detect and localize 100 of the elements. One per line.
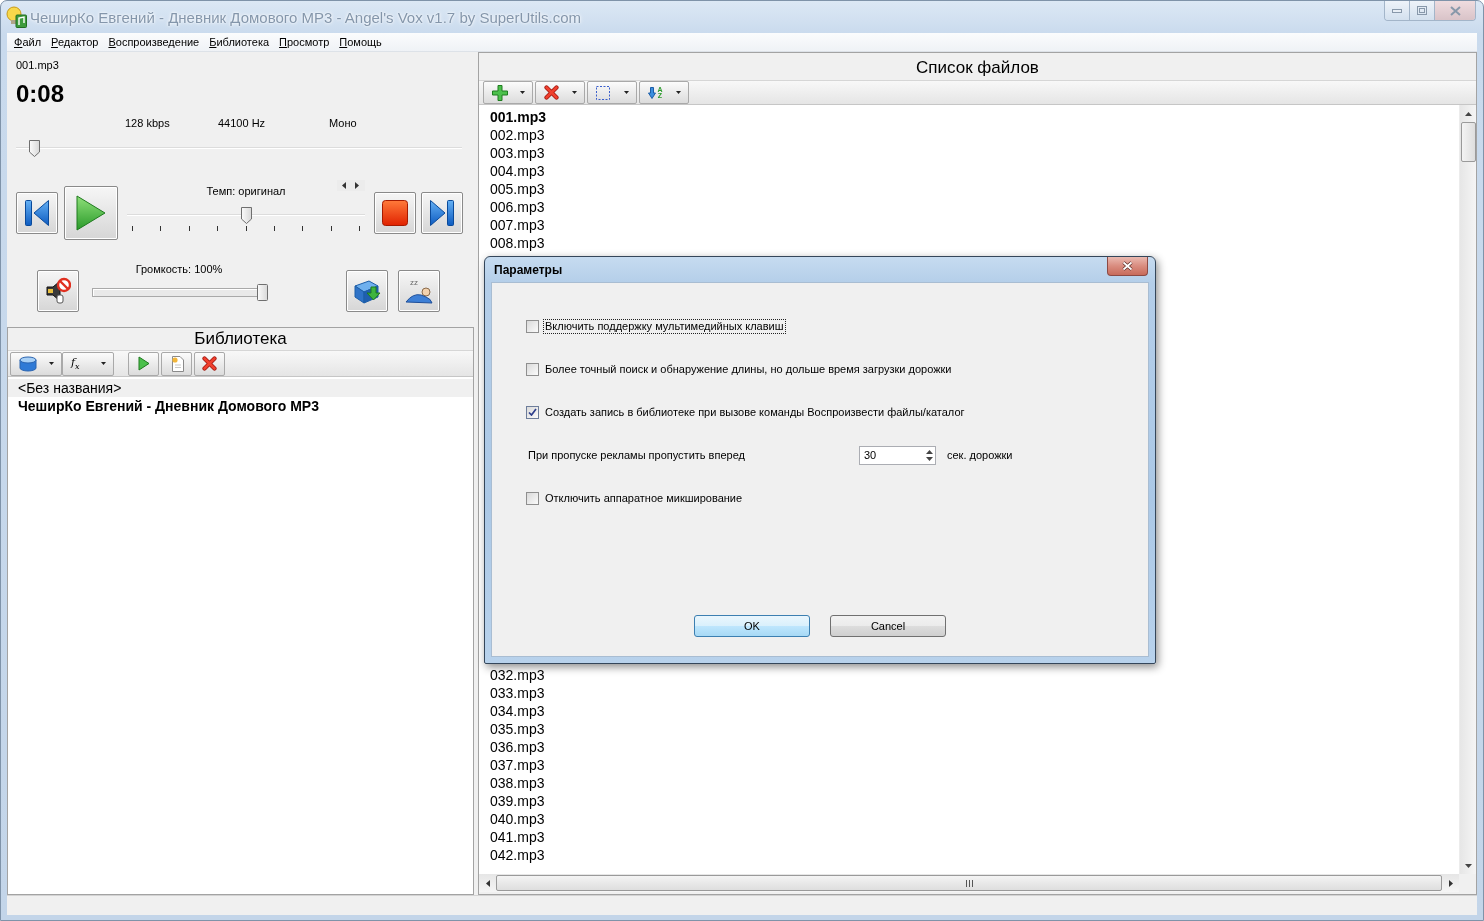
slider-track[interactable] xyxy=(90,284,268,301)
menu-item[interactable]: Помощь xyxy=(334,34,387,50)
delete-icon xyxy=(544,85,559,100)
slider-tick xyxy=(359,226,360,231)
menu-item[interactable]: Просмотр xyxy=(274,34,335,50)
next-icon xyxy=(430,200,454,226)
stop-button[interactable] xyxy=(374,192,416,234)
checkbox[interactable] xyxy=(526,319,539,333)
file-item[interactable]: 042.mp3 xyxy=(490,846,545,864)
file-item[interactable]: 006.mp3 xyxy=(490,198,545,216)
bulb-note-icon xyxy=(6,6,27,28)
menu-item[interactable]: Редактор xyxy=(46,34,104,50)
dialog-close-button[interactable] xyxy=(1107,257,1148,276)
export-button[interactable] xyxy=(346,270,388,312)
file-item[interactable]: 003.mp3 xyxy=(490,144,545,162)
previous-button[interactable] xyxy=(16,192,58,234)
mute-button[interactable] xyxy=(37,270,79,312)
play-icon xyxy=(137,356,150,371)
play-list-button[interactable] xyxy=(128,351,159,376)
file-item[interactable]: 008.mp3 xyxy=(490,234,545,252)
file-item[interactable]: 041.mp3 xyxy=(490,828,545,846)
tempo-label: Темп: оригинал xyxy=(206,185,286,198)
file-item[interactable]: 032.mp3 xyxy=(490,666,545,684)
file-item[interactable]: 039.mp3 xyxy=(490,792,545,810)
file-item[interactable]: 005.mp3 xyxy=(490,180,545,198)
next-button[interactable] xyxy=(421,192,463,234)
playlist-item[interactable]: ЧеширКо Евгений - Дневник Домового MP3 xyxy=(8,397,473,415)
checkbox-label[interactable]: Отключить аппаратное микширование xyxy=(543,490,745,506)
slider-tick xyxy=(273,226,275,231)
window-title: ЧеширКо Евгений - Дневник Домового MP3 - Angel's Vox v1.7 by SuperUtils.com xyxy=(30,8,582,26)
delete-list-button[interactable] xyxy=(194,351,225,376)
slider-track[interactable] xyxy=(16,140,462,157)
slider-thumb[interactable] xyxy=(240,207,252,224)
slider-tick xyxy=(245,226,247,231)
formula-button[interactable]: f$_{x}$ xyxy=(62,351,114,376)
scrollbar-thumb[interactable] xyxy=(1460,122,1476,162)
delete-icon xyxy=(202,356,217,371)
menu-item[interactable]: Файл xyxy=(9,34,47,50)
remove-button[interactable] xyxy=(535,81,585,104)
panel-title: Список файлов xyxy=(915,57,1040,79)
right-arrow-icon[interactable] xyxy=(355,182,359,189)
add-button[interactable] xyxy=(483,81,533,104)
up-arrow-icon[interactable] xyxy=(926,449,933,454)
file-item[interactable]: 034.mp3 xyxy=(490,702,545,720)
file-item[interactable]: 004.mp3 xyxy=(490,162,545,180)
dashed-square-icon xyxy=(596,85,610,100)
maximize-icon xyxy=(1417,6,1427,15)
number-field[interactable]: 30 xyxy=(859,445,936,465)
playlist-item[interactable]: <Без названия> xyxy=(8,379,473,397)
checkbox-label[interactable]: Создать запись в библиотеке при вызове команды Воспроизвести файлы/каталог xyxy=(543,404,967,420)
check-icon xyxy=(528,408,537,416)
checkbox[interactable] xyxy=(526,362,539,376)
scroll-up-icon[interactable] xyxy=(1464,111,1472,116)
new-list-button[interactable] xyxy=(161,351,192,376)
left-arrow-icon[interactable] xyxy=(342,182,346,189)
checkbox[interactable] xyxy=(526,491,539,505)
close-icon xyxy=(1449,5,1461,16)
dialog-button[interactable]: Cancel xyxy=(830,615,946,637)
file-item[interactable]: 036.mp3 xyxy=(490,738,545,756)
maximize-button[interactable] xyxy=(1410,1,1435,20)
slider-tick xyxy=(217,226,219,231)
file-item[interactable]: 033.mp3 xyxy=(490,684,545,702)
caret-icon xyxy=(676,91,681,94)
file-item[interactable]: 035.mp3 xyxy=(490,720,545,738)
slider-tick xyxy=(188,226,190,231)
scroll-down-icon[interactable] xyxy=(1464,863,1472,868)
checkbox-label[interactable]: Включить поддержку мультимедийных клавиш xyxy=(543,318,786,334)
down-arrow-icon xyxy=(648,86,656,99)
minimize-button[interactable] xyxy=(1385,1,1410,20)
checkbox-label[interactable]: Более точный поиск и обнаружение длины, но дольше время загрузки дорожки xyxy=(543,361,954,377)
unit-label: сек. дорожки xyxy=(947,449,1013,461)
file-item[interactable]: 007.mp3 xyxy=(490,216,545,234)
checkbox[interactable] xyxy=(526,405,539,419)
database-icon xyxy=(19,355,37,372)
file-item[interactable]: 002.mp3 xyxy=(490,126,545,144)
select-button[interactable] xyxy=(587,81,637,104)
scroll-right-icon[interactable] xyxy=(1448,879,1453,887)
file-item[interactable]: 038.mp3 xyxy=(490,774,545,792)
menu-item[interactable]: Библиотека xyxy=(204,34,275,50)
file-item[interactable]: 001.mp3 xyxy=(490,108,547,126)
down-arrow-icon[interactable] xyxy=(926,456,933,461)
database-button[interactable] xyxy=(10,351,62,376)
scroll-left-icon[interactable] xyxy=(485,879,490,887)
vertical-scrollbar[interactable] xyxy=(1459,105,1476,874)
elapsed-time: 0:08 xyxy=(16,80,65,108)
panel-title: Библиотека xyxy=(193,328,288,350)
slider-thumb[interactable] xyxy=(29,140,41,157)
dialog-button[interactable]: OK xyxy=(694,615,810,637)
file-item[interactable]: 037.mp3 xyxy=(490,756,545,774)
caret-icon xyxy=(624,91,629,94)
slider-track[interactable] xyxy=(127,207,365,224)
channel-mode-label: Моно xyxy=(329,116,357,130)
plus-icon xyxy=(492,84,508,101)
menu-item[interactable]: Воспроизведение xyxy=(103,34,205,50)
sleep-button[interactable]: zz xyxy=(398,270,440,312)
play-button[interactable] xyxy=(64,186,118,240)
bitrate-label: 128 kbps xyxy=(125,116,171,130)
slider-thumb[interactable] xyxy=(257,284,268,301)
file-item[interactable]: 040.mp3 xyxy=(490,810,545,828)
stop-icon xyxy=(382,200,408,226)
